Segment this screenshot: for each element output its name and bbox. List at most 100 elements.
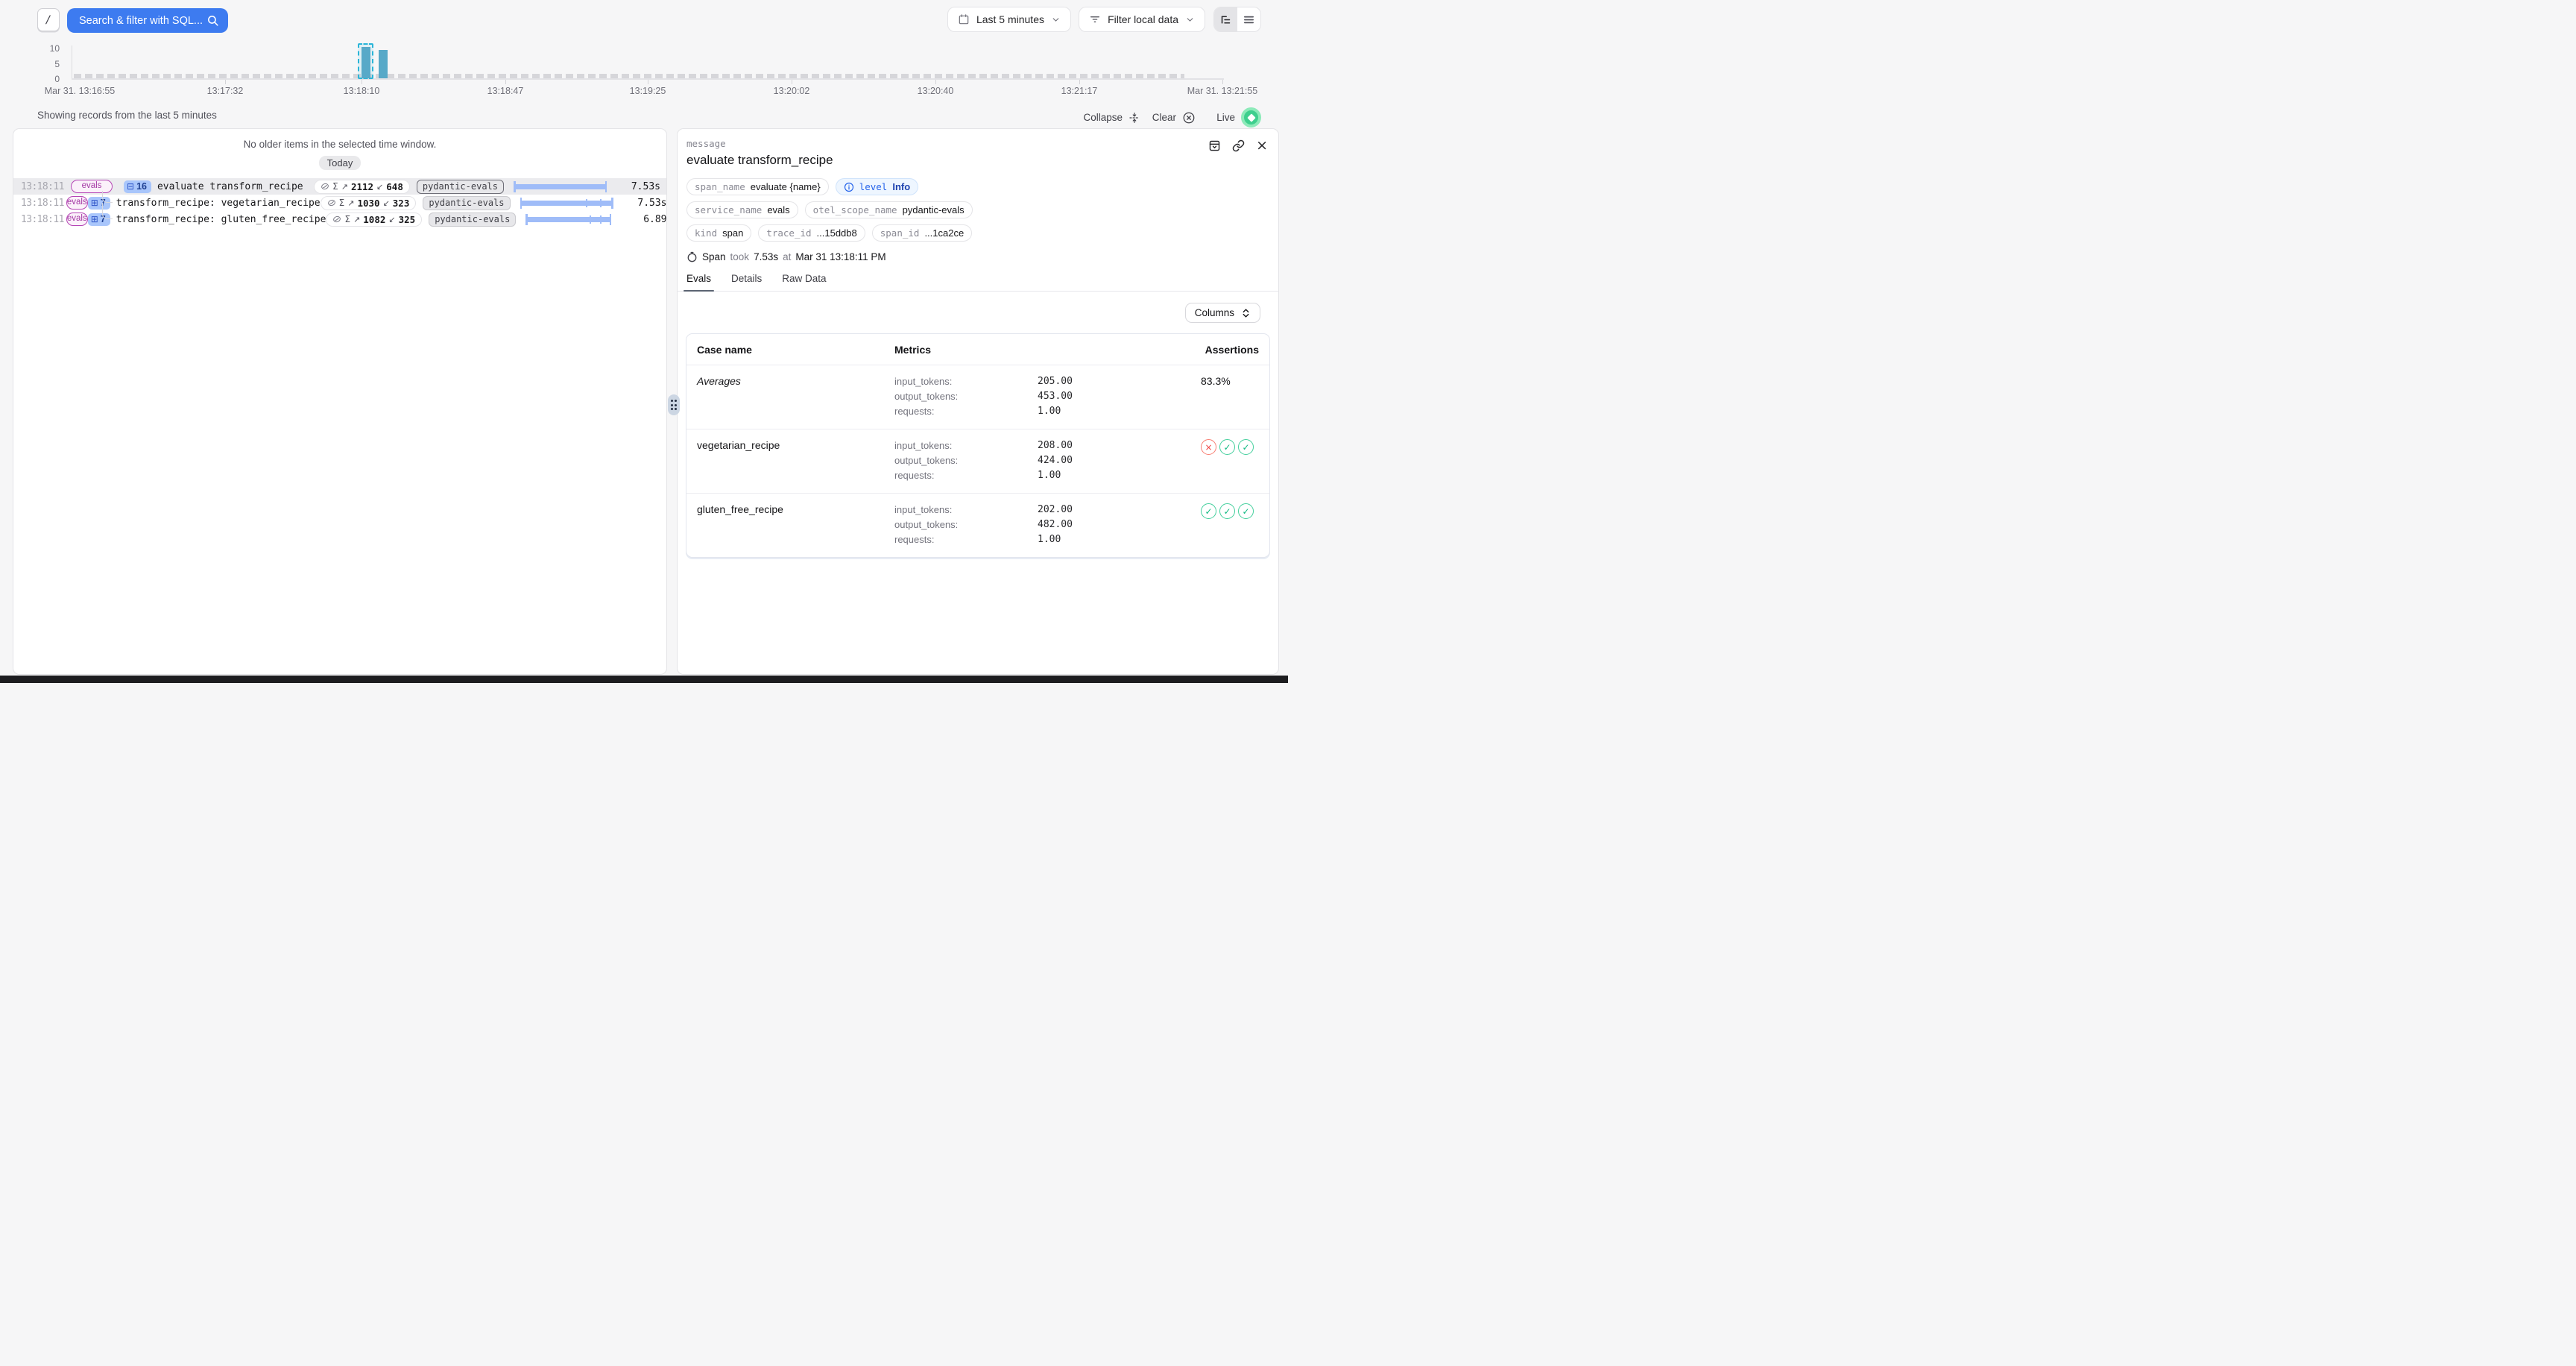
case-name: gluten_free_recipe	[697, 503, 894, 547]
span-duration-bar[interactable]	[514, 181, 607, 192]
sigma-icon: Σ	[344, 214, 350, 224]
list-view-toggle[interactable]	[1237, 7, 1260, 31]
output-arrow-icon: ↙	[376, 182, 383, 192]
metric-label: input_tokens:	[894, 374, 1038, 389]
x-tick	[505, 80, 506, 84]
metric-value: 202.00	[1038, 503, 1201, 517]
live-toggle[interactable]: Live	[1216, 107, 1261, 128]
x-label-7: 13:21:17	[1061, 86, 1098, 96]
chevron-down-icon	[1185, 15, 1195, 25]
collapse-button[interactable]: Collapse	[1083, 107, 1140, 128]
output-tokens: 323	[393, 198, 410, 209]
table-row-gluten-free-recipe[interactable]: gluten_free_recipe input_tokens:202.00 o…	[686, 493, 1269, 557]
span-duration: 6.89s	[626, 214, 667, 225]
search-button[interactable]: Search & filter with SQL...	[67, 8, 228, 33]
filter-icon	[1089, 13, 1101, 25]
scope-tag[interactable]: pydantic-evals	[429, 213, 516, 227]
chip-trace-id[interactable]: trace_id ...15ddb8	[758, 224, 865, 242]
trace-rows: 13:18:11 evals ⊟ 16 evaluate transform_r…	[13, 178, 666, 227]
output-arrow-icon: ↙	[388, 215, 395, 224]
token-usage-chip[interactable]: Σ ↗ 1082 ↙ 325	[326, 213, 422, 227]
metric-value: 424.00	[1038, 453, 1201, 468]
row-timestamp: 13:18:11	[21, 181, 69, 192]
assertions-cell: 83.3%	[1201, 374, 1259, 419]
evals-tag-pill[interactable]: evals	[66, 196, 88, 210]
table-row-averages[interactable]: Averages input_tokens:205.00 output_toke…	[686, 365, 1269, 429]
assertions-cell: ✓ ✓ ✓	[1201, 503, 1259, 547]
chip-span-name[interactable]: span_name evaluate {name}	[686, 178, 829, 195]
metric-label: output_tokens:	[894, 517, 1038, 532]
at-word: at	[783, 251, 791, 262]
evals-tag-pill[interactable]: evals	[66, 213, 88, 226]
input-tokens: 2112	[351, 181, 373, 192]
collapse-children-badge[interactable]: ⊟ 16	[124, 180, 151, 193]
timeline-bar-1[interactable]	[362, 47, 370, 78]
clear-label: Clear	[1152, 112, 1176, 123]
coin-icon	[321, 182, 329, 191]
x-label-8: Mar 31. 13:21:55	[1187, 86, 1258, 96]
trace-row-gluten-free-recipe[interactable]: 13:18:11 evals ⊞ 7 transform_recipe: glu…	[13, 211, 666, 227]
header-metrics: Metrics	[894, 344, 1201, 356]
timeline-chart[interactable]: 10 5 0 Mar 31. 13:16:55 13:17:32 13:18:1…	[0, 42, 1288, 100]
close-panel-icon[interactable]: ×	[1256, 139, 1268, 152]
check-glyph: ✓	[1242, 442, 1249, 453]
detail-title: evaluate transform_recipe	[686, 153, 1268, 168]
assertion-pass-icon[interactable]: ✓	[1219, 503, 1235, 519]
chip-key: otel_scope_name	[813, 204, 897, 215]
chip-key: service_name	[695, 204, 762, 215]
metric-value: 1.00	[1038, 532, 1201, 547]
span-duration-bar[interactable]	[525, 214, 619, 225]
scope-tag[interactable]: pydantic-evals	[417, 180, 504, 194]
metric-value: 1.00	[1038, 468, 1201, 483]
evals-results-table: Case name Metrics Assertions Averages in…	[686, 333, 1270, 558]
chip-value: pydantic-evals	[903, 204, 965, 215]
metric-label: input_tokens:	[894, 438, 1038, 453]
tab-evals[interactable]: Evals	[686, 273, 711, 291]
token-usage-chip[interactable]: Σ ↗ 2112 ↙ 648	[314, 180, 410, 194]
chip-value: ...1ca2ce	[924, 227, 964, 239]
table-row-vegetarian-recipe[interactable]: vegetarian_recipe input_tokens:208.00 ou…	[686, 429, 1269, 493]
scope-tag[interactable]: pydantic-evals	[423, 196, 510, 210]
time-range-dropdown[interactable]: Last 5 minutes	[947, 7, 1071, 32]
token-usage-chip[interactable]: Σ ↗ 1030 ↙ 323	[321, 196, 417, 210]
span-duration-line: Span took 7.53s at Mar 31 13:18:11 PM	[678, 251, 1278, 262]
x-tick	[1222, 80, 1223, 84]
assertion-fail-icon[interactable]: ×	[1201, 439, 1216, 455]
chip-otel-scope-name[interactable]: otel_scope_name pydantic-evals	[805, 201, 973, 218]
panel-resize-handle[interactable]	[668, 394, 680, 415]
columns-button[interactable]: Columns	[1185, 303, 1260, 323]
case-name: Averages	[697, 374, 894, 419]
output-arrow-icon: ↙	[383, 198, 390, 208]
clear-button[interactable]: Clear	[1152, 107, 1196, 128]
span-duration-bar[interactable]	[520, 198, 613, 209]
chip-span-id[interactable]: span_id ...1ca2ce	[872, 224, 972, 242]
chip-service-name[interactable]: service_name evals	[686, 201, 798, 218]
span-duration: 7.53s	[621, 198, 667, 209]
x-tick	[935, 80, 936, 84]
tree-view-toggle[interactable]	[1214, 7, 1237, 31]
copy-link-icon[interactable]	[1232, 139, 1245, 152]
header-assertions: Assertions	[1201, 344, 1259, 356]
assertions-cell: × ✓ ✓	[1201, 438, 1259, 483]
assertion-pass-icon[interactable]: ✓	[1238, 503, 1254, 519]
assertion-pass-icon[interactable]: ✓	[1219, 439, 1235, 455]
assertion-pass-icon[interactable]: ✓	[1201, 503, 1216, 519]
list-view-icon	[1243, 13, 1255, 26]
assertion-pass-icon[interactable]: ✓	[1238, 439, 1254, 455]
span-word: Span	[702, 251, 726, 262]
open-in-panel-icon[interactable]	[1208, 139, 1221, 152]
chip-kind[interactable]: kind span	[686, 224, 751, 242]
x-label-4: 13:19:25	[630, 86, 666, 96]
tab-details[interactable]: Details	[731, 273, 762, 291]
timeline-bar-2[interactable]	[379, 50, 388, 78]
date-separator-pill: Today	[319, 156, 362, 170]
metric-label: output_tokens:	[894, 453, 1038, 468]
chevron-down-icon	[1051, 15, 1061, 25]
metric-label: requests:	[894, 404, 1038, 419]
x-label-1: 13:17:32	[207, 86, 244, 96]
metric-value: 482.00	[1038, 517, 1201, 532]
chip-level-info[interactable]: level Info	[836, 178, 918, 195]
y-tick-0: 0	[37, 74, 60, 84]
tab-raw-data[interactable]: Raw Data	[782, 273, 826, 291]
filter-local-data-dropdown[interactable]: Filter local data	[1079, 7, 1205, 32]
